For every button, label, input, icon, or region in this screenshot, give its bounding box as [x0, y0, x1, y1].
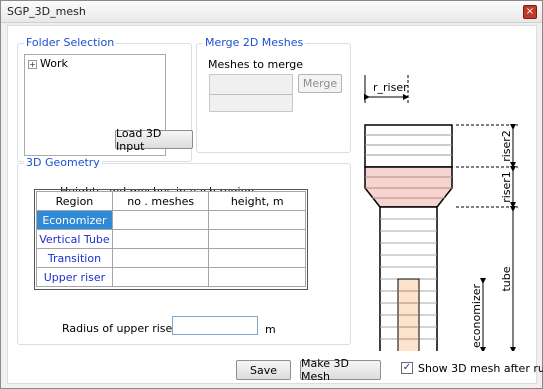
tube-label: tube: [500, 266, 513, 291]
close-icon: ×: [525, 6, 535, 17]
economizer-label: economizer: [470, 283, 483, 348]
close-button[interactable]: ×: [523, 5, 537, 19]
radius-label: Radius of upper riser: [62, 322, 177, 335]
column-header-meshes[interactable]: no . meshes: [111, 191, 210, 211]
save-button[interactable]: Save: [236, 360, 291, 380]
make-3d-mesh-button[interactable]: Make 3D Mesh: [300, 357, 381, 383]
merge-2d-group: Merge 2D Meshes Meshes to merge Merge: [196, 36, 351, 153]
region-cell[interactable]: Vertical Tube: [36, 229, 113, 249]
tree-item-label: Work: [40, 57, 68, 70]
client-area: Folder Selection + Work Load 3D Input Me…: [7, 25, 543, 384]
radius-input[interactable]: [172, 316, 258, 335]
region-cell[interactable]: Upper riser: [36, 267, 113, 287]
geometry-legend: 3D Geometry: [24, 156, 102, 169]
column-header-region[interactable]: Region: [36, 191, 113, 211]
checkmark-icon: ✓: [402, 362, 412, 373]
meshes-cell[interactable]: [111, 210, 210, 230]
show-3d-mesh-checkbox[interactable]: ✓: [401, 362, 413, 374]
geometry-grid[interactable]: Region no . meshes height, m Economizer …: [36, 191, 306, 287]
meshes-cell[interactable]: [111, 267, 210, 287]
height-cell[interactable]: [208, 248, 306, 268]
load-3d-input-button[interactable]: Load 3D Input: [115, 127, 193, 153]
folder-selection-legend: Folder Selection: [24, 36, 117, 49]
riser1-label: riser1: [500, 171, 513, 203]
merge-button[interactable]: Merge: [298, 74, 342, 93]
expand-icon[interactable]: +: [28, 60, 37, 69]
region-cell[interactable]: Transition: [36, 248, 113, 268]
meshes-cell[interactable]: [111, 229, 210, 249]
table-row[interactable]: Vertical Tube: [36, 229, 306, 249]
height-cell[interactable]: [208, 210, 306, 230]
meshes-to-merge-label: Meshes to merge: [208, 58, 304, 71]
riser-diagram: r_riser riser2 riser1 tube economizer: [364, 75, 518, 351]
show-3d-mesh-label[interactable]: Show 3D mesh after run: [418, 362, 543, 375]
table-row[interactable]: Economizer: [36, 210, 306, 230]
title-bar: SGP_3D_mesh ×: [1, 1, 542, 23]
height-cell[interactable]: [208, 267, 306, 287]
height-cell[interactable]: [208, 229, 306, 249]
column-header-height[interactable]: height, m: [208, 191, 306, 211]
window-title: SGP_3D_mesh: [7, 5, 86, 18]
region-cell[interactable]: Economizer: [36, 210, 113, 230]
radius-unit: m: [265, 323, 276, 336]
meshes-cell[interactable]: [111, 248, 210, 268]
meshes-to-merge-list[interactable]: [209, 74, 293, 112]
riser2-label: riser2: [500, 130, 513, 162]
app-window: SGP_3D_mesh × Folder Selection + Work Lo…: [0, 0, 543, 389]
r-riser-label: r_riser: [373, 81, 408, 94]
merge-2d-legend: Merge 2D Meshes: [203, 36, 306, 49]
table-row[interactable]: Upper riser: [36, 267, 306, 287]
table-row[interactable]: Transition: [36, 248, 306, 268]
